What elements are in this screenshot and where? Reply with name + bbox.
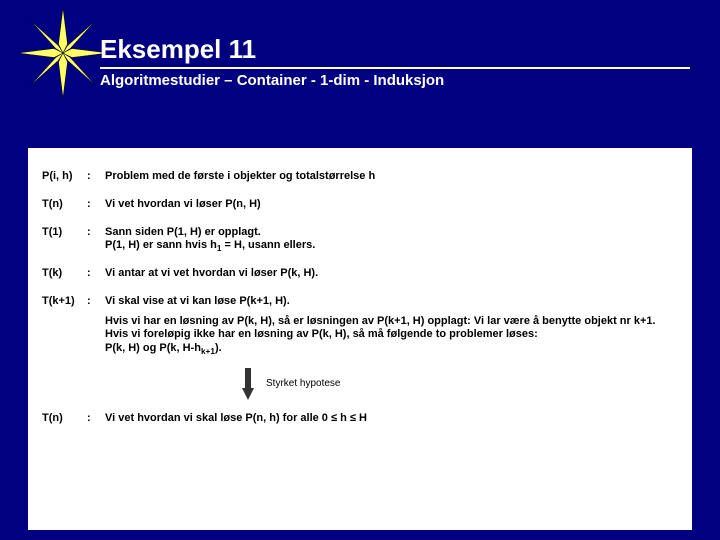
label-p: P(i, h) [42,170,87,184]
down-arrow-icon [242,368,254,400]
label-t1: T(1) [42,226,87,254]
def-tk1: T(k+1) : Vi skal vise at vi kan løse P(k… [42,295,678,309]
slide-subtitle: Algoritmestudier – Container - 1-dim - I… [100,72,700,89]
def-tk: T(k) : Vi antar at vi vet hvordan vi løs… [42,267,678,281]
slide-title: Eksempel 11 [100,34,690,69]
hypothesis-row: Styrket hypotese [242,368,678,400]
starburst-icon [18,8,108,98]
content-panel: P(i, h) : Problem med de første i objekt… [28,148,692,530]
def-p: P(i, h) : Problem med de første i objekt… [42,170,678,184]
def-t1: T(1) : Sann siden P(1, H) er opplagt. P(… [42,226,678,254]
label-tn: T(n) [42,198,87,212]
slide-header: Eksempel 11 Algoritmestudier – Container… [100,34,700,89]
label-tn2: T(n) [42,412,87,426]
hypothesis-label: Styrket hypotese [266,378,340,391]
label-tk: T(k) [42,267,87,281]
def-tn: T(n) : Vi vet hvordan vi løser P(n, H) [42,198,678,212]
note-block: Hvis vi har en løsning av P(k, H), så er… [105,315,678,356]
def-tn-final: T(n) : Vi vet hvordan vi skal løse P(n, … [42,412,678,426]
label-tk1: T(k+1) [42,295,87,309]
